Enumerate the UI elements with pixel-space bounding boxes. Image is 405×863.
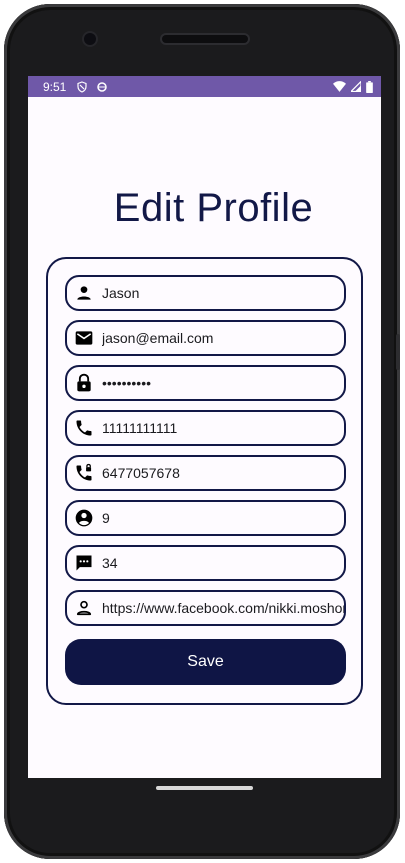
app-screen: 9:51 Edit Profile Jason jason@email.com … [28,76,381,778]
home-indicator[interactable] [156,786,253,790]
email-field[interactable]: jason@email.com [65,320,346,356]
email-value: jason@email.com [102,330,214,346]
shield-icon [77,80,87,93]
save-button[interactable]: Save [65,639,346,685]
phone-value: 11111111111 [102,420,178,436]
data-saver-icon [97,81,108,92]
mail-icon [75,331,93,345]
chat-icon [76,555,92,571]
battery-icon [366,80,373,93]
earpiece-speaker [162,35,248,43]
password-field[interactable]: •••••••••• [65,365,346,401]
wifi-icon [333,81,346,92]
account-circle-icon [75,509,93,527]
profile-link-value: https://www.facebook.com/nikki.moshor [102,600,344,616]
password-value: •••••••••• [102,375,152,391]
emergency-phone-field[interactable]: 6477057678 [65,455,346,491]
person-icon [77,286,91,300]
account-field[interactable]: 9 [65,500,346,536]
signal-icon [351,81,361,92]
power-button [396,334,400,370]
message-field[interactable]: 34 [65,545,346,581]
emergency-phone-value: 6477057678 [102,465,180,481]
page-title: Edit Profile [113,186,314,230]
phone-frame: 9:51 Edit Profile Jason jason@email.com … [4,4,400,859]
profile-form-card: Jason jason@email.com •••••••••• 1111111… [46,257,363,705]
account-value: 9 [102,510,110,526]
person-outline-icon [76,600,92,616]
name-field[interactable]: Jason [65,275,346,311]
message-value: 34 [102,555,118,571]
phone-field[interactable]: 11111111111 [65,410,346,446]
lock-icon [77,373,91,392]
status-time: 9:51 [43,79,67,94]
front-camera [84,33,96,45]
name-value: Jason [102,285,140,301]
status-bar: 9:51 [28,76,381,97]
profile-link-field[interactable]: https://www.facebook.com/nikki.moshor [65,590,346,626]
phone-icon [76,420,92,436]
phone-lock-icon [76,463,92,481]
